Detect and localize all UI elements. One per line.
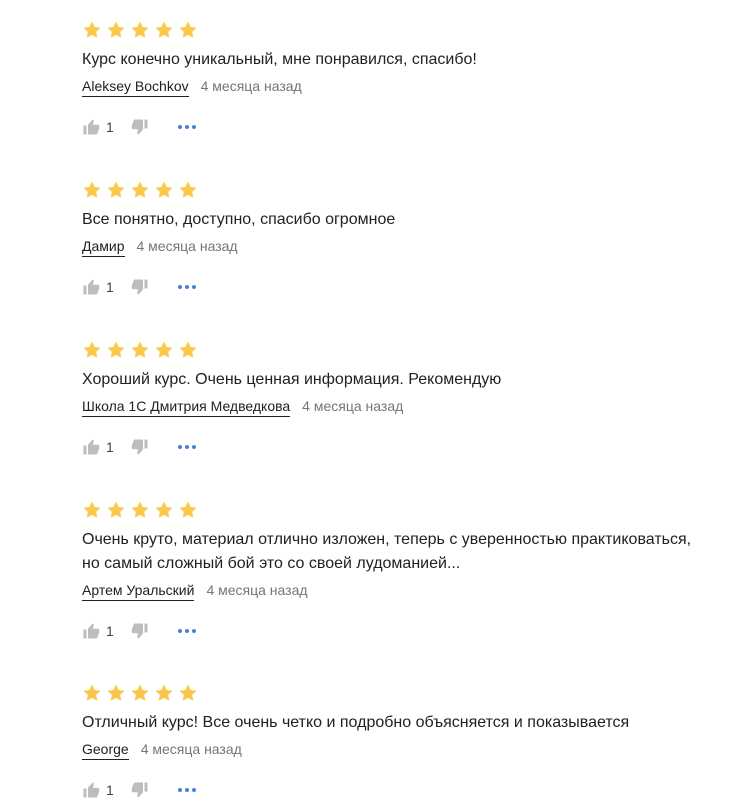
like-count: 1: [106, 119, 114, 135]
more-options-button[interactable]: [178, 278, 196, 296]
dislike-button[interactable]: [131, 438, 149, 456]
author-link[interactable]: George: [82, 740, 129, 760]
star-icon: [107, 501, 125, 518]
star-icon: [179, 21, 197, 38]
thumb-down-icon: [131, 623, 148, 639]
review-date: 4 месяца назад: [302, 398, 404, 414]
more-options-button[interactable]: [178, 781, 196, 799]
star-icon: [179, 181, 197, 198]
review-text: Курс конечно уникальный, мне понравился,…: [82, 51, 477, 68]
review-actions: 1: [82, 779, 742, 801]
star-rating: [82, 340, 742, 360]
review-item: Очень круто, материал отлично изложен, т…: [82, 500, 742, 642]
thumb-up-icon: [83, 782, 100, 798]
review-meta: Артем Уральский 4 месяца назад: [82, 581, 742, 601]
dislike-button[interactable]: [131, 622, 149, 640]
more-options-button[interactable]: [178, 118, 196, 136]
review-text: Отличный курс! Все очень четко и подробн…: [82, 714, 630, 731]
thumb-down-icon: [131, 119, 148, 135]
star-icon: [107, 684, 125, 701]
star-rating: [82, 683, 742, 703]
star-icon: [107, 341, 125, 358]
dislike-button[interactable]: [131, 118, 149, 136]
thumb-up-icon: [83, 119, 100, 135]
review-actions: 1: [82, 436, 742, 458]
thumb-down-icon: [131, 439, 148, 455]
like-button[interactable]: 1: [82, 781, 118, 799]
review-meta: George 4 месяца назад: [82, 740, 742, 760]
thumb-up-icon: [83, 279, 100, 295]
star-icon: [155, 21, 173, 38]
review-item: Все понятно, доступно, спасибо огромное …: [82, 180, 742, 298]
star-rating: [82, 180, 742, 200]
review-date: 4 месяца назад: [200, 78, 302, 94]
review-actions: 1: [82, 276, 742, 298]
review-item: Курс конечно уникальный, мне понравился,…: [82, 20, 742, 138]
star-icon: [155, 684, 173, 701]
thumb-up-icon: [83, 623, 100, 639]
review-meta: Школа 1С Дмитрия Медведкова 4 месяца наз…: [82, 397, 742, 417]
dislike-button[interactable]: [131, 781, 149, 799]
star-icon: [107, 181, 125, 198]
like-button[interactable]: 1: [82, 438, 118, 456]
review-date: 4 месяца назад: [136, 238, 238, 254]
review-actions: 1: [82, 116, 742, 138]
star-icon: [155, 341, 173, 358]
star-icon: [155, 501, 173, 518]
thumb-down-icon: [131, 782, 148, 798]
like-count: 1: [106, 782, 114, 798]
star-icon: [131, 684, 149, 701]
star-icon: [83, 501, 101, 518]
star-icon: [83, 341, 101, 358]
reviews-list: Курс конечно уникальный, мне понравился,…: [0, 0, 749, 811]
star-icon: [107, 21, 125, 38]
star-icon: [83, 684, 101, 701]
like-count: 1: [106, 623, 114, 639]
star-rating: [82, 20, 742, 40]
review-meta: Aleksey Bochkov 4 месяца назад: [82, 77, 742, 97]
star-rating: [82, 500, 742, 520]
review-text: Хороший курс. Очень ценная информация. Р…: [82, 371, 502, 388]
review-date: 4 месяца назад: [140, 741, 242, 757]
star-icon: [83, 21, 101, 38]
dislike-button[interactable]: [131, 278, 149, 296]
review-actions: 1: [82, 620, 742, 642]
review-text: Очень круто, материал отлично изложен, т…: [82, 531, 692, 572]
more-horizontal-icon: [178, 125, 182, 129]
like-button[interactable]: 1: [82, 118, 118, 136]
star-icon: [131, 501, 149, 518]
review-text: Все понятно, доступно, спасибо огромное: [82, 211, 396, 228]
star-icon: [179, 501, 197, 518]
thumb-up-icon: [83, 439, 100, 455]
star-icon: [179, 341, 197, 358]
more-horizontal-icon: [178, 629, 182, 633]
like-count: 1: [106, 279, 114, 295]
more-horizontal-icon: [178, 788, 182, 792]
more-options-button[interactable]: [178, 438, 196, 456]
star-icon: [155, 181, 173, 198]
thumb-down-icon: [131, 279, 148, 295]
star-icon: [83, 181, 101, 198]
more-horizontal-icon: [178, 285, 182, 289]
author-link[interactable]: Aleksey Bochkov: [82, 77, 189, 97]
review-item: Отличный курс! Все очень четко и подробн…: [82, 683, 742, 801]
author-link[interactable]: Артем Уральский: [82, 581, 195, 601]
like-count: 1: [106, 439, 114, 455]
star-icon: [179, 684, 197, 701]
star-icon: [131, 181, 149, 198]
author-link[interactable]: Школа 1С Дмитрия Медведкова: [82, 397, 291, 417]
star-icon: [131, 341, 149, 358]
review-item: Хороший курс. Очень ценная информация. Р…: [82, 340, 742, 458]
more-horizontal-icon: [178, 445, 182, 449]
review-date: 4 месяца назад: [206, 582, 308, 598]
more-options-button[interactable]: [178, 622, 196, 640]
like-button[interactable]: 1: [82, 278, 118, 296]
review-meta: Дамир 4 месяца назад: [82, 237, 742, 257]
star-icon: [131, 21, 149, 38]
author-link[interactable]: Дамир: [82, 237, 125, 257]
like-button[interactable]: 1: [82, 622, 118, 640]
